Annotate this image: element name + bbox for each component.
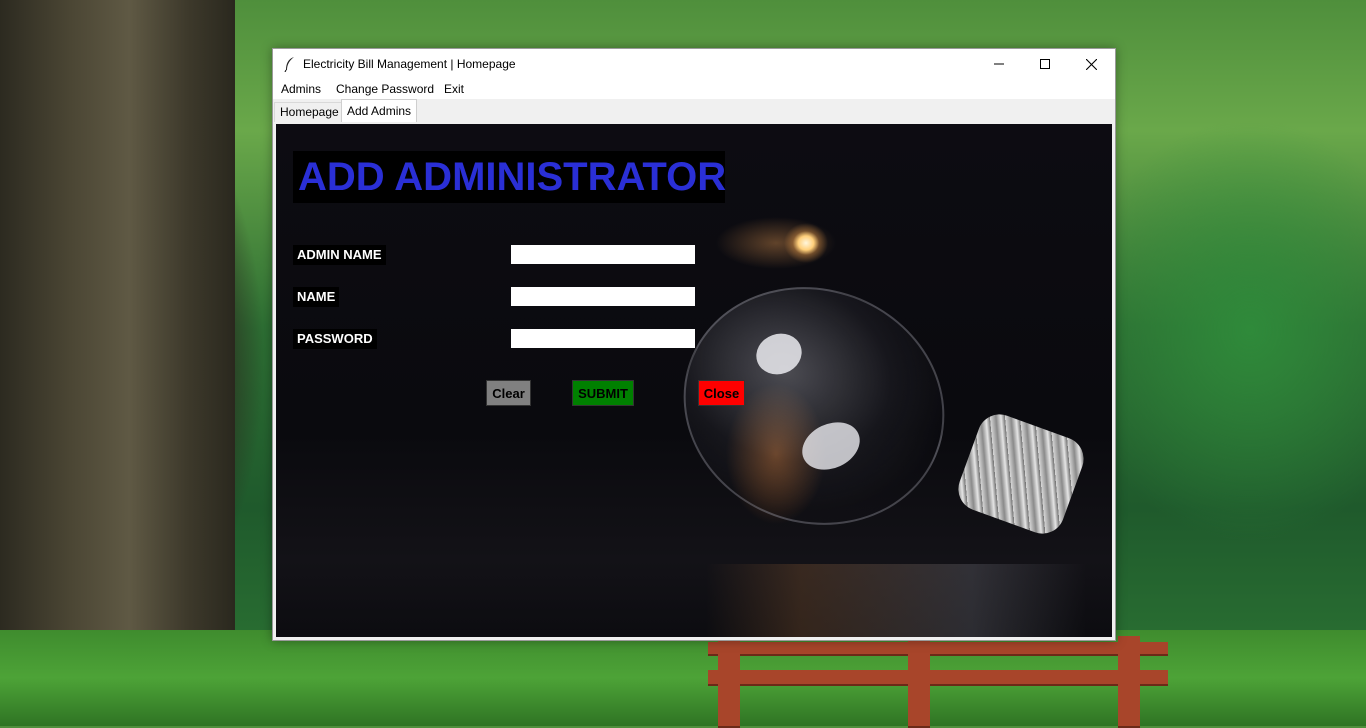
add-admin-panel: ADD ADMINISTRATOR ADMIN NAME NAME PASSWO… <box>276 124 1112 637</box>
maximize-icon <box>1040 59 1050 69</box>
menu-exit[interactable]: Exit <box>444 82 464 96</box>
close-icon <box>1085 58 1097 70</box>
submit-button[interactable]: SUBMIT <box>572 380 634 406</box>
window-title: Electricity Bill Management | Homepage <box>303 57 516 71</box>
bulb-base <box>952 408 1090 540</box>
menu-admins[interactable]: Admins <box>281 82 321 96</box>
menu-change-password[interactable]: Change Password <box>336 82 434 96</box>
title-bar[interactable]: Electricity Bill Management | Homepage <box>273 49 1115 79</box>
feather-icon <box>284 57 294 72</box>
close-button[interactable]: Close <box>698 380 745 406</box>
password-label: PASSWORD <box>293 329 377 349</box>
desktop-wallpaper-bench <box>708 636 1168 728</box>
admin-name-label: ADMIN NAME <box>293 245 386 265</box>
background-bulb-image <box>649 250 979 562</box>
close-window-button[interactable] <box>1068 49 1114 79</box>
maximize-button[interactable] <box>1022 49 1068 79</box>
clear-button[interactable]: Clear <box>486 380 531 406</box>
app-window: Electricity Bill Management | Homepage A… <box>272 48 1116 641</box>
password-input[interactable] <box>511 329 695 348</box>
desktop-wallpaper-tree <box>0 0 235 726</box>
tab-homepage[interactable]: Homepage <box>274 102 345 122</box>
tab-strip: Homepage Add Admins <box>273 99 1115 123</box>
name-label: NAME <box>293 287 340 307</box>
minimize-button[interactable] <box>976 49 1022 79</box>
name-input[interactable] <box>511 287 695 306</box>
page-title: ADD ADMINISTRATOR <box>298 155 727 199</box>
minimize-icon <box>994 63 1004 65</box>
menu-bar: Admins Change Password Exit <box>273 79 1115 99</box>
tab-add-admins[interactable]: Add Admins <box>341 99 418 122</box>
admin-name-input[interactable] <box>511 245 695 264</box>
bulb-reflection <box>706 564 1086 637</box>
